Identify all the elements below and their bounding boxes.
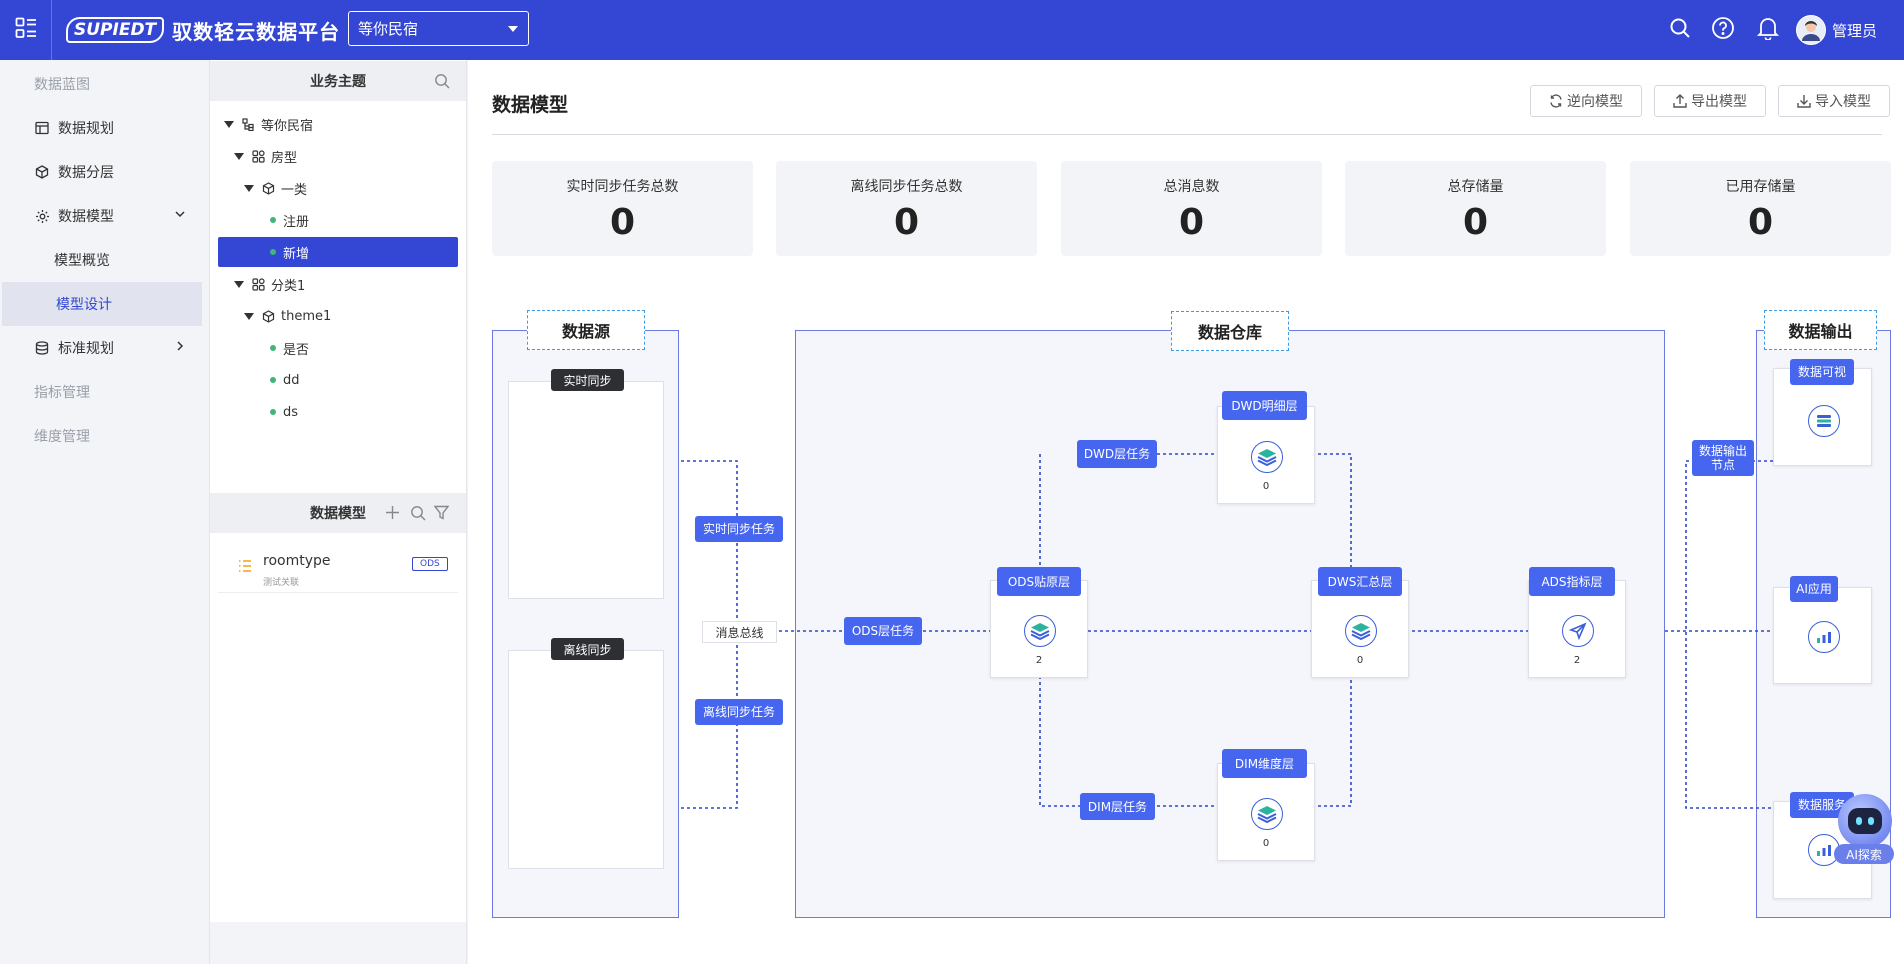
layers-icon xyxy=(1024,615,1056,647)
node-count: 0 xyxy=(1262,838,1270,849)
dwd-node-label: DWD明细层 xyxy=(1222,391,1307,420)
robot-icon xyxy=(1838,794,1892,848)
ai-assistant-label: AI探索 xyxy=(1834,844,1894,864)
output-node-tag[interactable]: 数据输出节点 xyxy=(1692,440,1754,476)
ods-task-tag[interactable]: ODS层任务 xyxy=(844,617,922,645)
ai-assistant-button[interactable]: AI探索 xyxy=(1832,790,1896,866)
node-count: 0 xyxy=(1262,481,1270,492)
layers-icon xyxy=(1345,615,1377,647)
ai-app-tag: AI应用 xyxy=(1790,576,1838,602)
bar-chart-icon xyxy=(1808,621,1840,653)
visual-output-tag: 数据可视 xyxy=(1790,359,1854,385)
node-count: 2 xyxy=(1573,655,1581,666)
dim-task-tag[interactable]: DIM层任务 xyxy=(1080,793,1155,820)
dwd-task-tag[interactable]: DWD层任务 xyxy=(1077,440,1157,468)
realtime-source-card[interactable] xyxy=(508,381,664,599)
message-bus-label: 消息总线 xyxy=(702,621,777,643)
offline-sync-tag: 离线同步 xyxy=(551,638,624,660)
dim-node-label: DIM维度层 xyxy=(1222,749,1307,778)
ods-node-label: ODS贴原层 xyxy=(997,567,1081,596)
layers-icon xyxy=(1251,441,1283,473)
source-zone-title: 数据源 xyxy=(527,310,645,350)
node-count: 0 xyxy=(1356,655,1364,666)
warehouse-zone-title: 数据仓库 xyxy=(1171,311,1289,351)
realtime-sync-tag: 实时同步 xyxy=(551,369,624,391)
send-icon xyxy=(1562,615,1594,647)
dws-node-label: DWS汇总层 xyxy=(1318,567,1402,596)
realtime-task-tag[interactable]: 实时同步任务 xyxy=(695,516,783,542)
offline-task-tag[interactable]: 离线同步任务 xyxy=(695,699,783,725)
flow-lines xyxy=(681,453,1773,809)
layers-icon xyxy=(1251,798,1283,830)
dwd-node[interactable]: 0 xyxy=(1217,406,1315,504)
offline-source-card[interactable] xyxy=(508,650,664,869)
output-zone-title: 数据输出 xyxy=(1764,310,1877,350)
list-icon xyxy=(1808,405,1840,437)
node-count: 2 xyxy=(1035,655,1043,666)
ads-node-label: ADS指标层 xyxy=(1529,567,1615,596)
